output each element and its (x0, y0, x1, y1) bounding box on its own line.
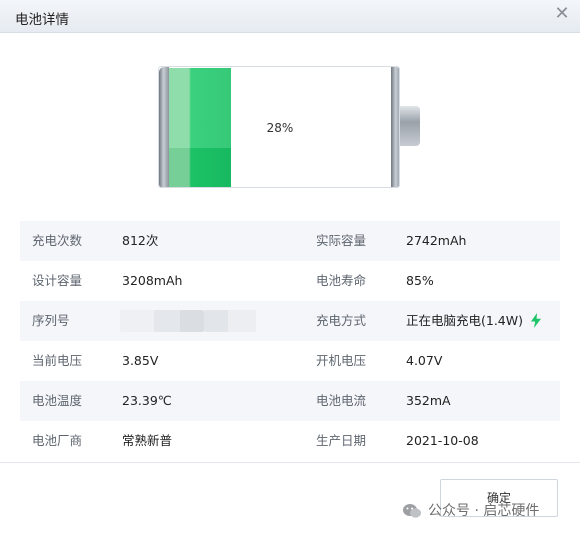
wechat-icon (403, 504, 421, 518)
label-manufacturer: 电池厂商 (32, 433, 83, 448)
label-production-date: 生产日期 (316, 433, 367, 448)
lightning-bolt-icon (531, 313, 541, 328)
label-charge-mode: 充电方式 (316, 313, 367, 328)
table-row: 充电次数 812次 实际容量 2742mAh (20, 221, 560, 261)
watermark-text: 公众号 · 启芯硬件 (428, 503, 540, 519)
battery-shell: 28% (158, 66, 400, 188)
battery-info-table: 充电次数 812次 实际容量 2742mAh 设计容量 3208mAh 电池寿命… (20, 221, 560, 461)
table-row: 设计容量 3208mAh 电池寿命 85% (20, 261, 560, 301)
value-boot-voltage: 4.07V (406, 353, 443, 368)
value-current-voltage: 3.85V (122, 353, 159, 368)
watermark: 公众号 · 启芯硬件 (402, 500, 539, 520)
table-row: 当前电压 3.85V 开机电压 4.07V (20, 341, 560, 381)
label-battery-health: 电池寿命 (316, 273, 367, 288)
label-serial-number: 序列号 (32, 313, 70, 328)
battery-terminal (400, 106, 420, 146)
value-battery-health: 85% (406, 273, 434, 288)
label-charge-count: 充电次数 (32, 233, 83, 248)
value-charge-mode-wrap: 正在电脑充电(1.4W) (406, 301, 541, 341)
value-actual-capacity: 2742mAh (406, 233, 467, 248)
table-row: 序列号 充电方式 正在电脑充电(1.4W) (20, 301, 560, 341)
label-boot-voltage: 开机电压 (316, 353, 367, 368)
value-charge-mode: 正在电脑充电(1.4W) (406, 313, 523, 328)
table-row: 电池温度 23.39℃ 电池电流 352mA (20, 381, 560, 421)
close-icon[interactable]: ✕ (554, 5, 570, 23)
serial-redacted-mask (120, 310, 260, 332)
label-design-capacity: 设计容量 (32, 273, 83, 288)
value-production-date: 2021-10-08 (406, 433, 479, 448)
value-battery-current: 352mA (406, 393, 451, 408)
battery-cap-left (159, 67, 169, 187)
table-row: 电池厂商 常熟新普 生产日期 2021-10-08 (20, 421, 560, 461)
battery-cap-right (391, 67, 399, 187)
value-battery-temperature: 23.39℃ (122, 393, 172, 408)
value-charge-count: 812次 (122, 233, 159, 248)
footer-divider (0, 462, 580, 463)
battery-percent-label: 28% (266, 121, 294, 135)
label-actual-capacity: 实际容量 (316, 233, 367, 248)
label-battery-temperature: 电池温度 (32, 393, 83, 408)
value-manufacturer: 常熟新普 (122, 433, 173, 448)
value-design-capacity: 3208mAh (122, 273, 183, 288)
dialog-title: 电池详情 (15, 12, 69, 28)
label-battery-current: 电池电流 (316, 393, 367, 408)
dialog-titlebar: 电池详情 ✕ (0, 0, 580, 33)
battery-graphic: 28% (158, 66, 422, 188)
label-current-voltage: 当前电压 (32, 353, 83, 368)
